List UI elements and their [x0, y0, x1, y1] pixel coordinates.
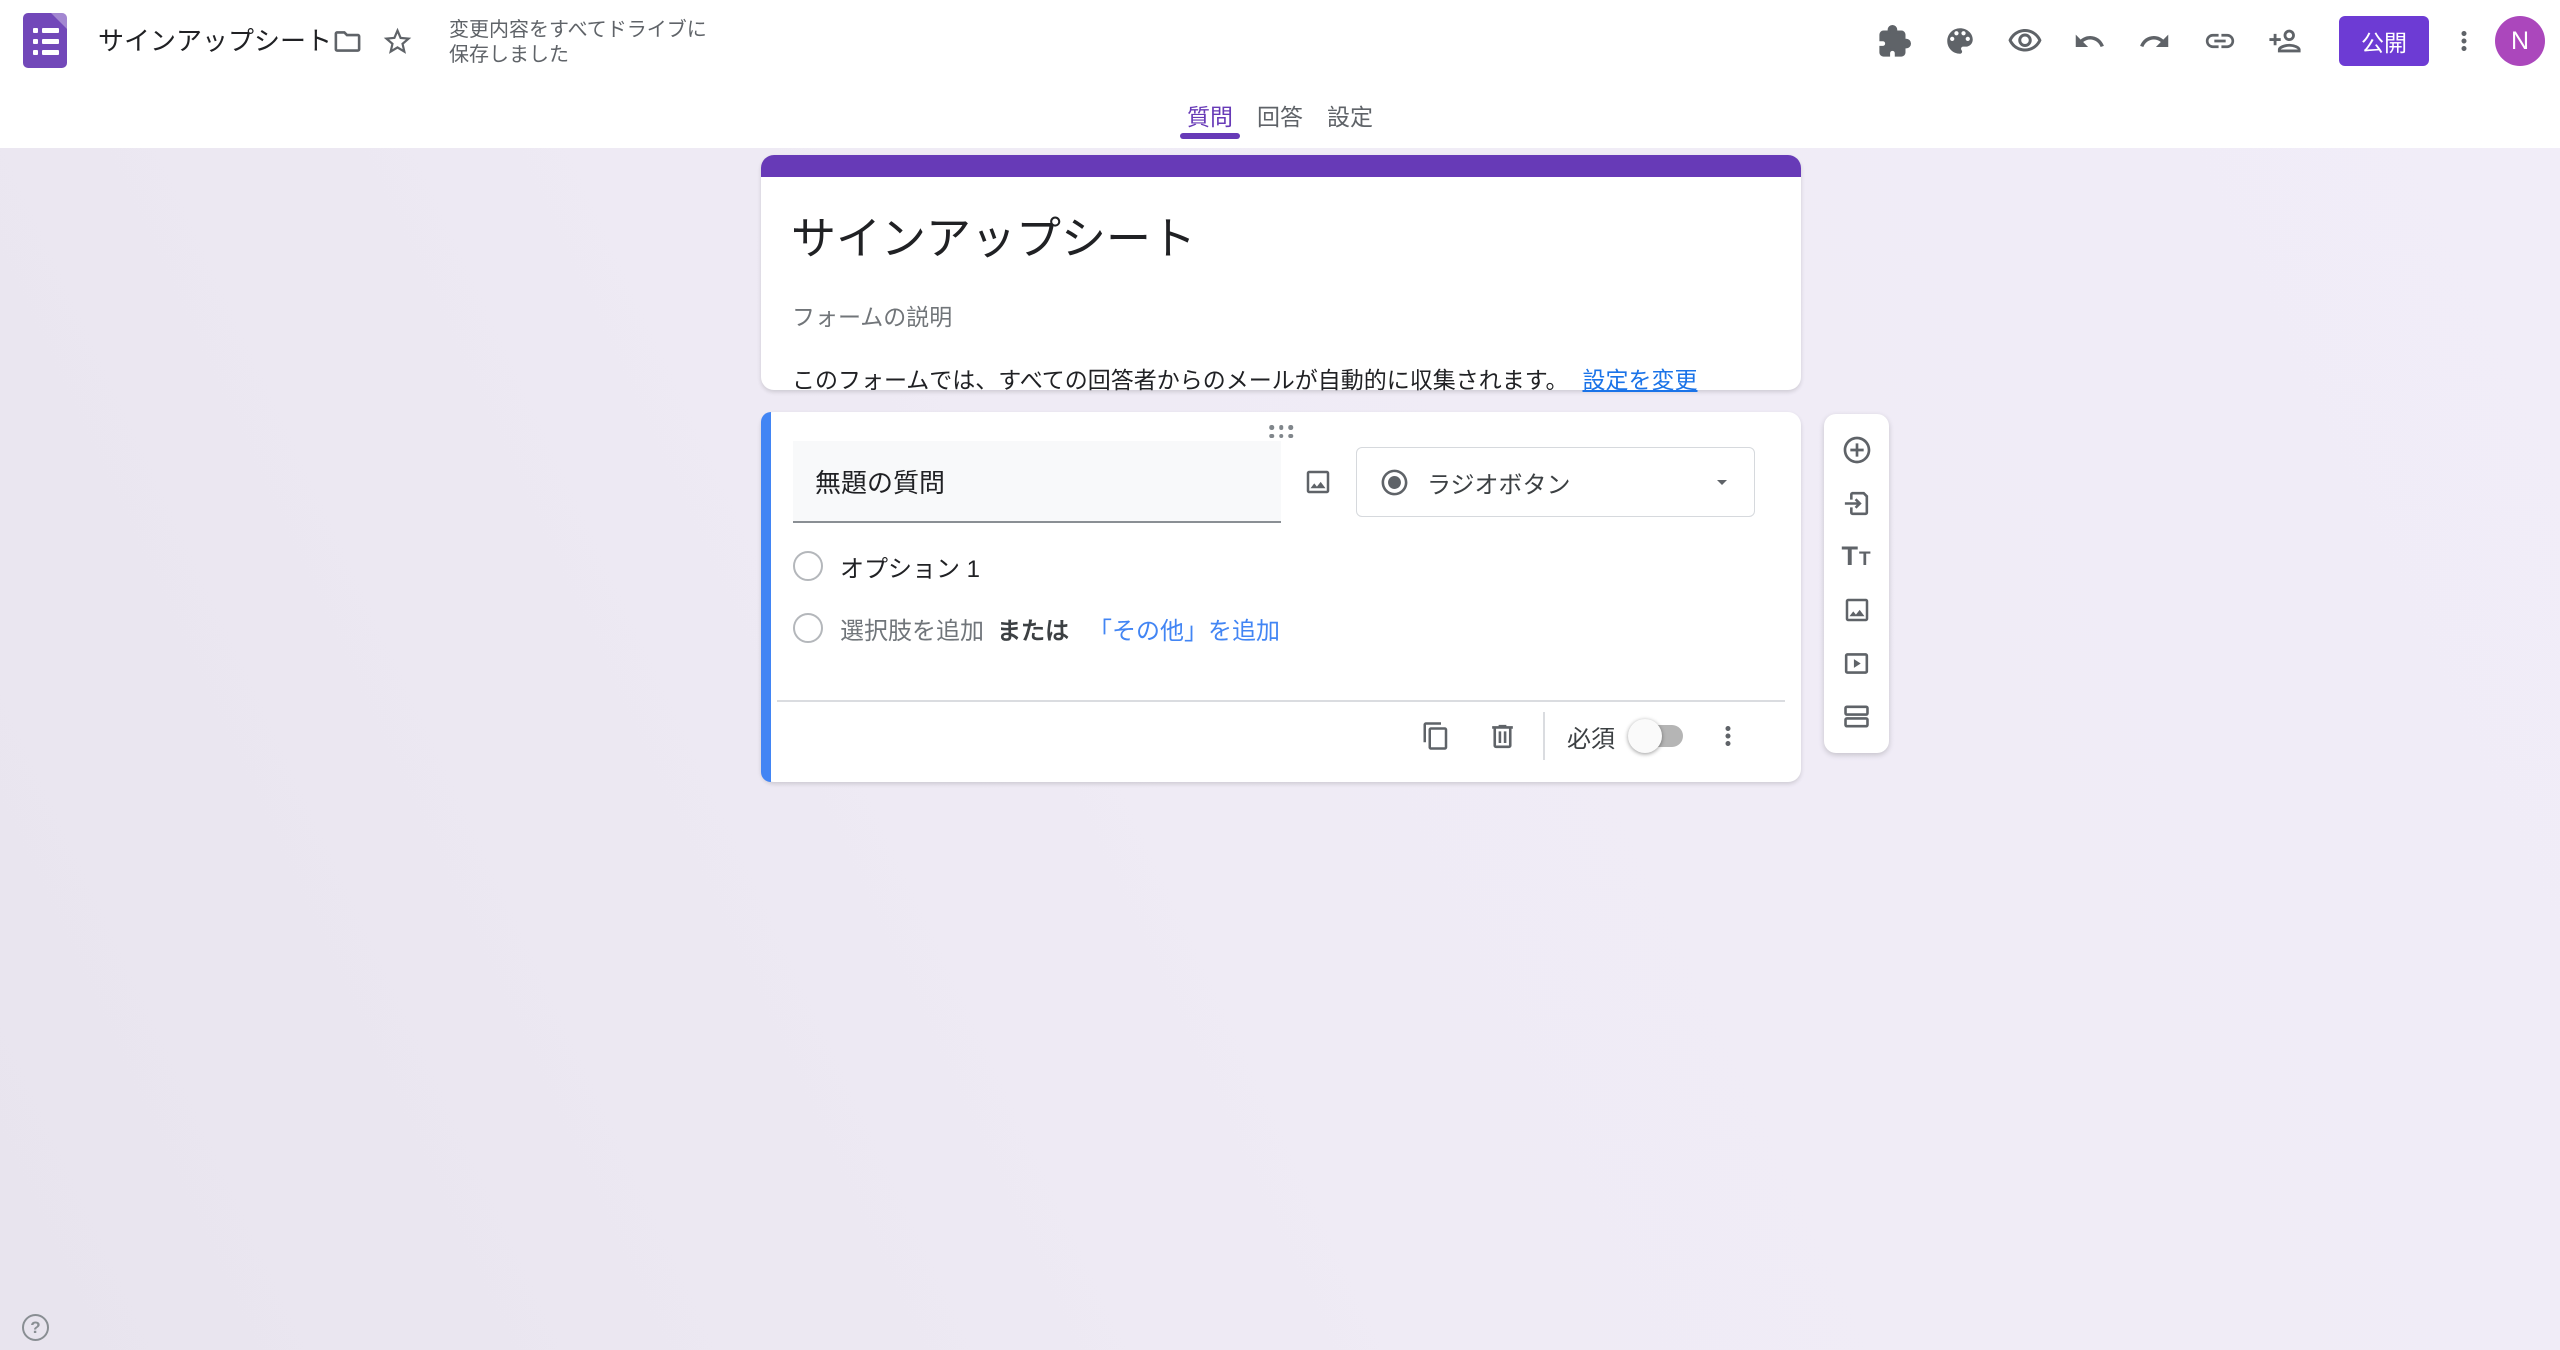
image-icon: [1842, 595, 1872, 625]
question-more-button[interactable]: [1711, 719, 1745, 753]
required-label: 必須: [1567, 719, 1615, 754]
logo-line: [33, 39, 59, 44]
image-icon: [1303, 467, 1333, 497]
copy-link-button[interactable]: [2201, 23, 2238, 60]
email-settings-link[interactable]: 設定を変更: [1582, 367, 1697, 393]
logo-fold: [51, 13, 67, 29]
add-collaborator-button[interactable]: [2266, 23, 2303, 60]
add-question-icon: [1841, 434, 1873, 466]
add-image-tool-button[interactable]: [1840, 593, 1874, 627]
question-type-dropdown[interactable]: ラジオボタン: [1356, 447, 1755, 517]
required-toggle[interactable]: [1631, 725, 1683, 747]
document-title[interactable]: サインアップシート: [98, 0, 332, 82]
theme-button[interactable]: [1941, 23, 1978, 60]
undo-icon: [2073, 25, 2106, 58]
add-text-icon: TT: [1841, 543, 1871, 570]
addons-icon: [1878, 25, 1911, 58]
add-section-icon: [1841, 701, 1872, 732]
tab-questions[interactable]: 質問: [1175, 82, 1245, 148]
more-vert-icon: [2449, 26, 2479, 56]
add-question-button[interactable]: [1840, 433, 1874, 467]
more-vert-icon: [1713, 721, 1743, 751]
email-notice-text: このフォームでは、すべての回答者からのメールが自動的に収集されます。: [792, 367, 1568, 393]
save-status[interactable]: 変更内容をすべてドライブに 保存しました: [449, 18, 707, 68]
add-option-row: 選択肢を追加 または 「その他」を追加: [793, 612, 1280, 644]
add-option-label[interactable]: 選択肢を追加: [840, 611, 984, 646]
question-title-input[interactable]: 無題の質問: [793, 441, 1281, 523]
trash-icon: [1487, 721, 1518, 752]
app-header: サインアップシート 変更内容をすべてドライブに 保存しました 公開: [0, 0, 2560, 82]
addons-button[interactable]: [1876, 23, 1913, 60]
add-text-button[interactable]: TT: [1840, 540, 1874, 574]
import-questions-button[interactable]: [1840, 487, 1874, 521]
question-card: 無題の質問 ラジオボタン オプション 1 選択肢を追加 または 「その他」を追加…: [761, 412, 1801, 782]
form-card-accent-bar: [761, 155, 1801, 177]
toggle-thumb: [1628, 719, 1662, 753]
redo-button[interactable]: [2136, 23, 2173, 60]
question-footer: 必須: [761, 703, 1801, 769]
move-folder-icon: [332, 26, 363, 57]
avatar[interactable]: N: [2495, 16, 2545, 66]
radio-icon: [793, 613, 823, 643]
email-notice: このフォームでは、すべての回答者からのメールが自動的に収集されます。設定を変更: [792, 361, 1767, 395]
star-icon: [381, 25, 414, 58]
add-video-icon: [1841, 648, 1872, 679]
star-button[interactable]: [380, 24, 414, 58]
publish-button[interactable]: 公開: [2339, 16, 2429, 66]
add-video-button[interactable]: [1840, 646, 1874, 680]
form-description-input[interactable]: フォームの説明: [792, 298, 1767, 332]
question-main-row: 無題の質問 ラジオボタン: [793, 441, 1771, 523]
add-section-button[interactable]: [1840, 700, 1874, 734]
header-actions: 公開 N: [1876, 0, 2545, 82]
option-label[interactable]: オプション 1: [840, 549, 980, 584]
form-title-input[interactable]: サインアップシート: [791, 202, 1767, 267]
drag-handle-icon[interactable]: [1269, 425, 1293, 438]
copy-link-icon: [2203, 24, 2237, 58]
preview-button[interactable]: [2006, 23, 2043, 60]
undo-button[interactable]: [2071, 23, 2108, 60]
footer-separator: [1543, 712, 1545, 760]
header-more-button[interactable]: [2447, 23, 2481, 60]
logo-line: [33, 28, 59, 33]
add-image-button[interactable]: [1289, 453, 1347, 511]
form-title-card: サインアップシート フォームの説明 このフォームでは、すべての回答者からのメール…: [761, 155, 1801, 390]
or-text: または: [997, 611, 1069, 646]
move-folder-button[interactable]: [330, 24, 364, 58]
tab-bar: 質問 回答 設定: [0, 82, 2560, 148]
duplicate-button[interactable]: [1419, 719, 1453, 753]
theme-icon: [1943, 24, 1977, 58]
option-row: オプション 1: [793, 550, 980, 582]
help-icon: ?: [30, 1318, 40, 1338]
delete-button[interactable]: [1485, 719, 1519, 753]
forms-logo-icon[interactable]: [23, 13, 67, 68]
logo-line: [33, 50, 59, 55]
import-questions-icon: [1841, 488, 1872, 519]
duplicate-icon: [1421, 721, 1451, 751]
tab-responses[interactable]: 回答: [1245, 82, 1315, 148]
caret-down-icon: [1710, 470, 1734, 494]
tab-settings[interactable]: 設定: [1315, 82, 1385, 148]
redo-icon: [2138, 25, 2171, 58]
radio-icon: [793, 551, 823, 581]
question-type-label: ラジオボタン: [1427, 465, 1710, 500]
add-collaborator-icon: [2268, 24, 2302, 58]
help-button[interactable]: ?: [22, 1314, 49, 1341]
preview-icon: [2007, 23, 2043, 59]
radio-checked-icon: [1379, 467, 1410, 498]
side-toolbar: TT: [1824, 414, 1889, 753]
footer-divider: [777, 700, 1785, 702]
add-other-link[interactable]: 「その他」を追加: [1088, 611, 1280, 646]
